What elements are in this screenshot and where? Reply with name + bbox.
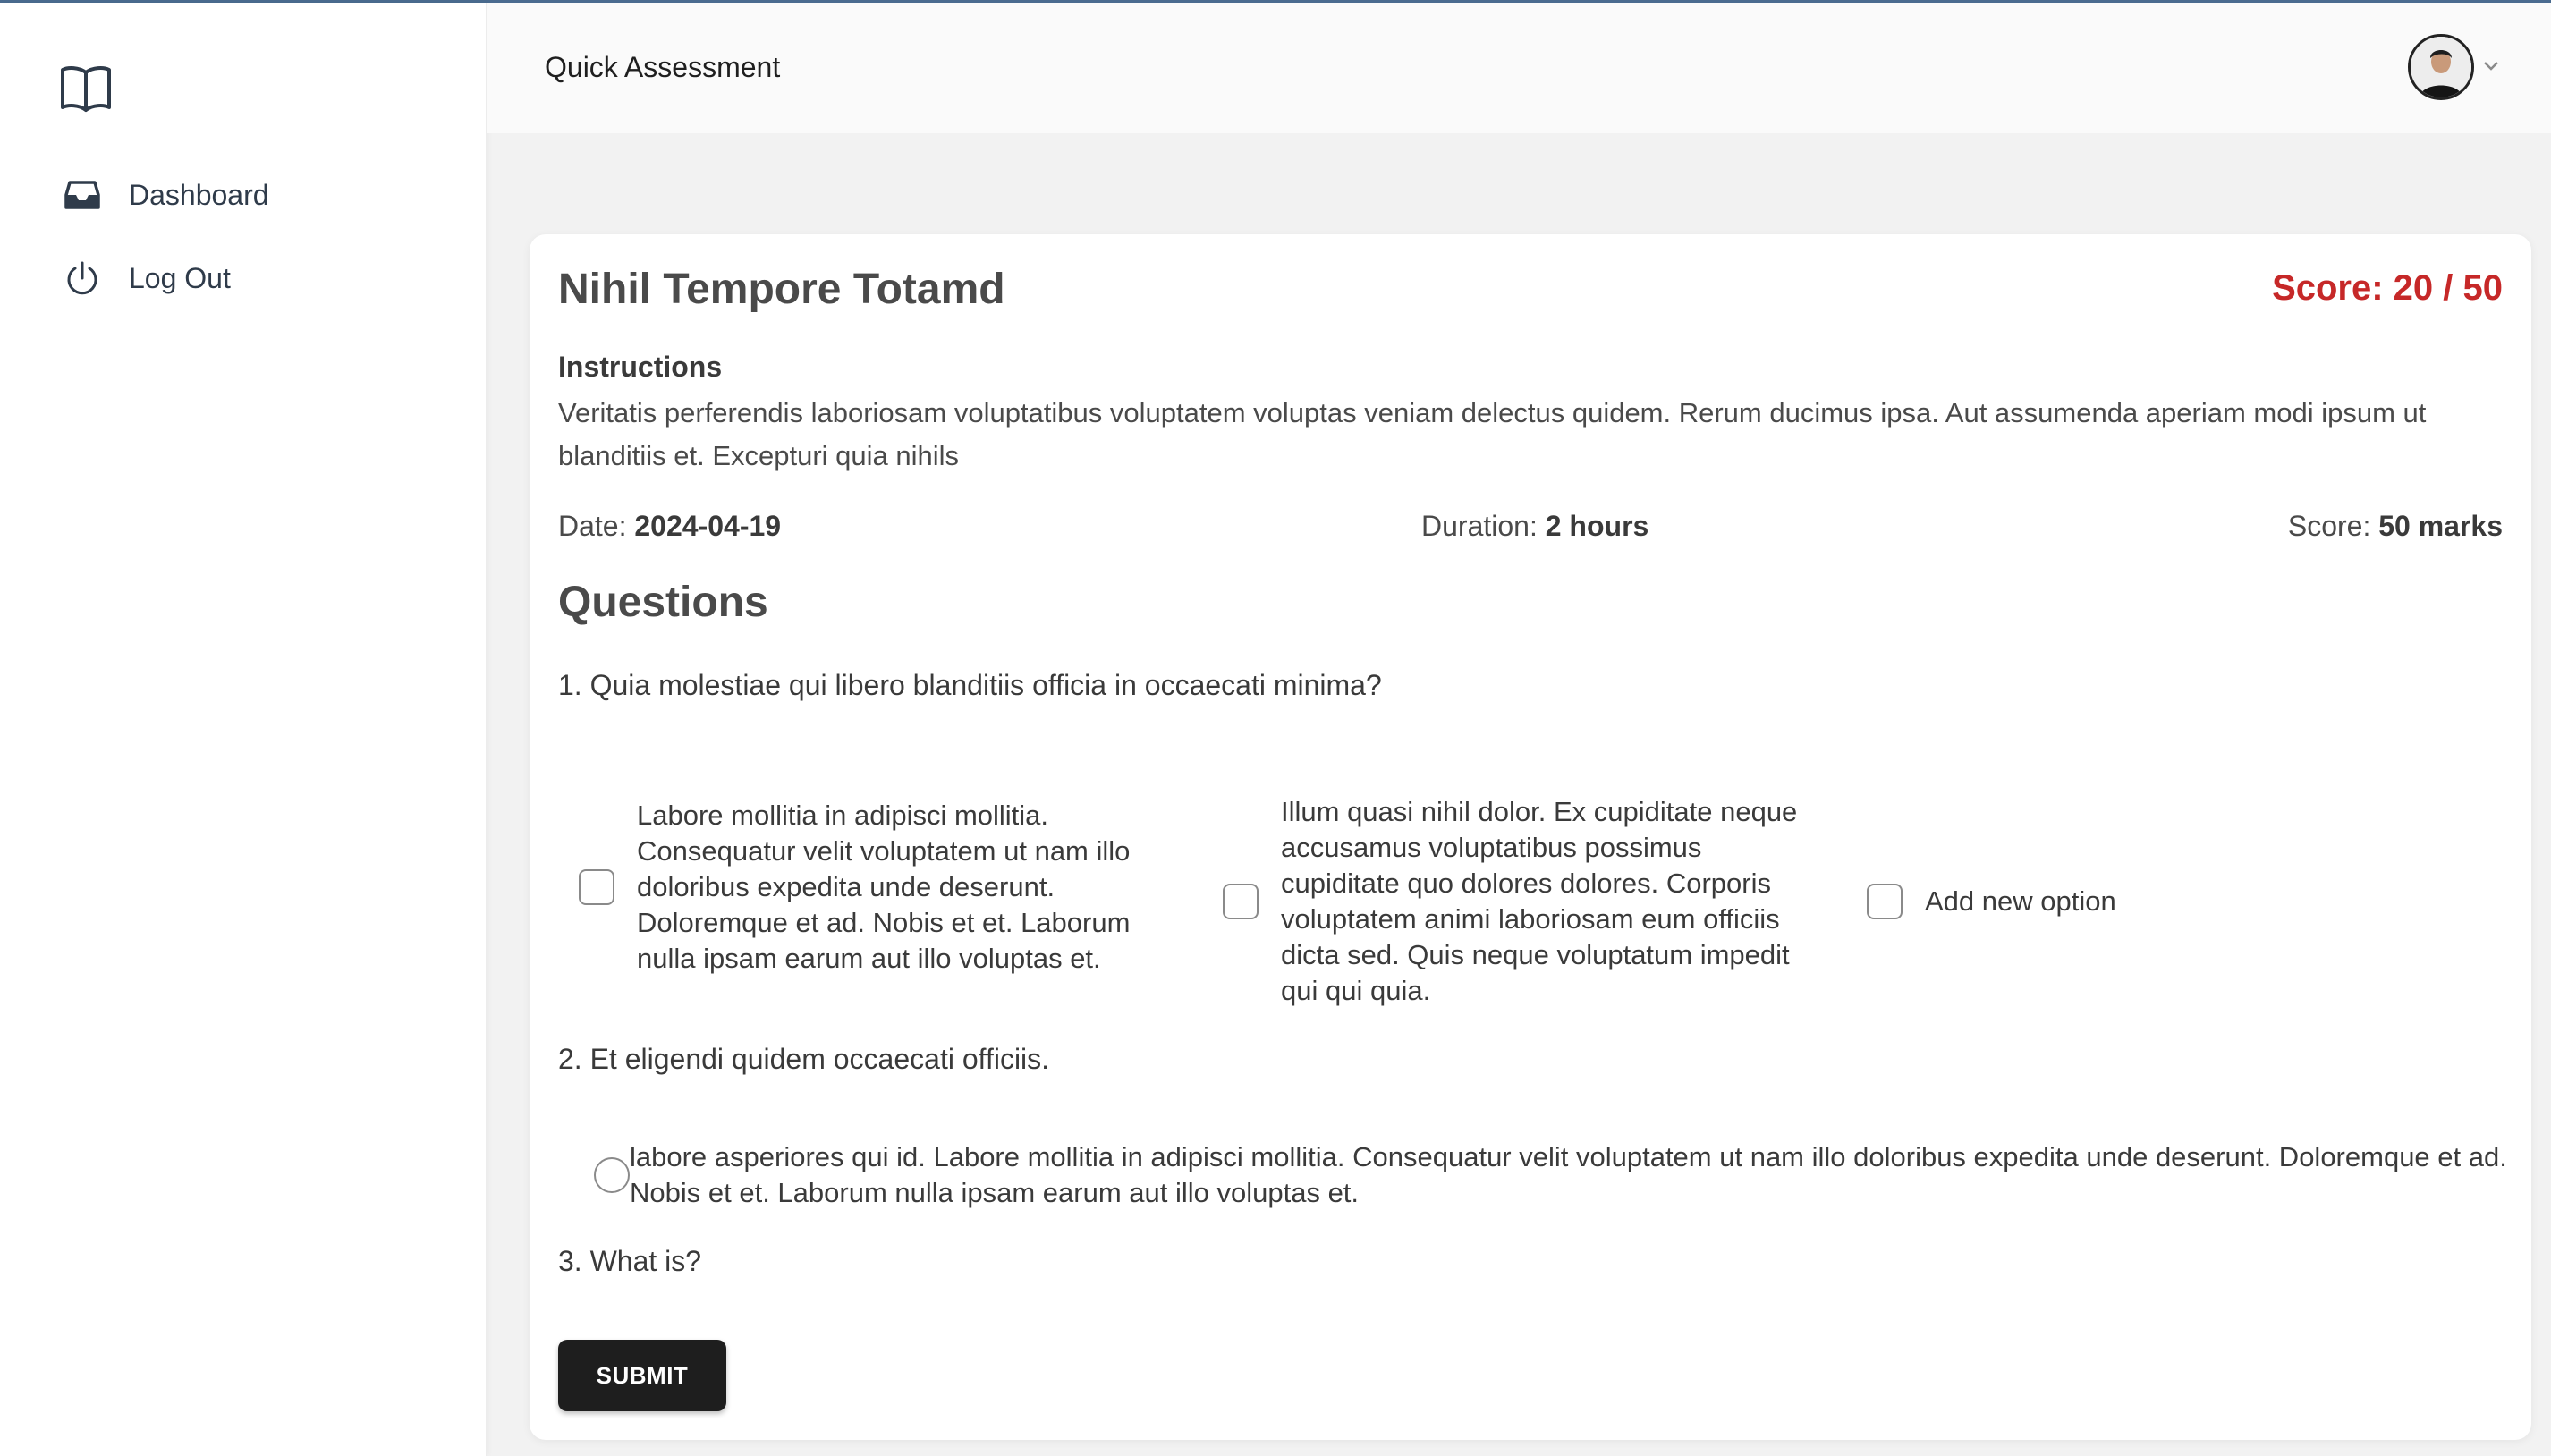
marks-value: 50 marks: [2378, 510, 2503, 542]
instructions-heading: Instructions: [558, 351, 723, 383]
date-field: Date: 2024-04-19: [558, 510, 781, 543]
duration-label: Duration:: [1421, 510, 1538, 542]
top-header: Quick Assessment: [487, 3, 2551, 133]
option-checkbox[interactable]: [1223, 884, 1259, 919]
question-text: 1. Quia molestiae qui libero blanditiis …: [558, 669, 1382, 701]
marks-label: Score:: [2287, 510, 2371, 542]
inbox-icon: [59, 172, 106, 218]
questions-heading: Questions: [558, 579, 768, 626]
score-display: Score: 20 / 50: [2272, 268, 2503, 308]
sidebar-item-label: Log Out: [129, 261, 231, 294]
date-value: 2024-04-19: [634, 510, 782, 542]
sidebar: Dashboard Log Out: [0, 3, 487, 1456]
add-option-checkbox[interactable]: [1867, 884, 1903, 919]
marks-field: Score: 50 marks: [2288, 510, 2503, 543]
page-title: Quick Assessment: [545, 51, 781, 83]
option-text: Labore mollitia in adipisci mollitia. Co…: [637, 800, 1131, 974]
assessment-card: Nihil Tempore Totamd Score: 20 / 50 Inst…: [530, 234, 2531, 1440]
power-icon: [59, 255, 106, 301]
book-open-icon[interactable]: [59, 63, 113, 114]
submit-button[interactable]: SUBMIT: [558, 1340, 726, 1411]
question-text: 3. What is?: [558, 1245, 702, 1277]
instructions-text: Veritatis perferendis laboriosam volupta…: [558, 397, 2427, 471]
option-text: Illum quasi nihil dolor. Ex cupiditate n…: [1281, 796, 1798, 1006]
avatar[interactable]: [2408, 34, 2474, 100]
chevron-down-icon[interactable]: [2479, 54, 2503, 77]
date-label: Date:: [558, 510, 627, 542]
sidebar-item-dashboard[interactable]: Dashboard: [59, 168, 453, 222]
question-text: 2. Et eligendi quidem occaecati officiis…: [558, 1043, 1050, 1075]
duration-value: 2 hours: [1545, 510, 1649, 542]
sidebar-item-label: Dashboard: [129, 178, 269, 211]
option-checkbox[interactable]: [579, 869, 614, 905]
option-radio[interactable]: [594, 1157, 630, 1193]
duration-field: Duration: 2 hours: [1421, 510, 1648, 543]
option-text: labore asperiores qui id. Labore molliti…: [630, 1141, 2507, 1208]
add-new-option[interactable]: Add new option: [1925, 884, 2283, 919]
sidebar-item-logout[interactable]: Log Out: [59, 251, 453, 305]
assessment-title: Nihil Tempore Totamd: [558, 266, 1005, 313]
